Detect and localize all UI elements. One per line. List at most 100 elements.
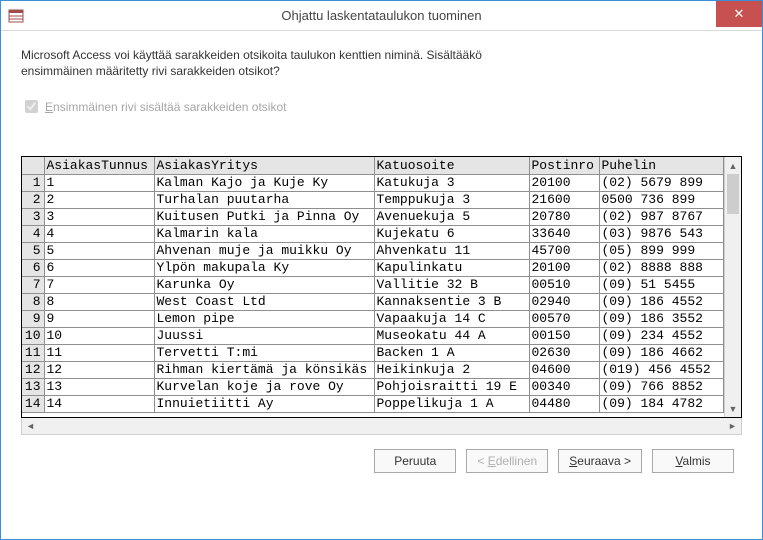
row-number: 14	[22, 395, 44, 412]
cell-id: 8	[44, 293, 154, 310]
table-row: 33Kuitusen Putki ja Pinna OyAvenuekuja 5…	[22, 208, 724, 225]
cell-address: Vapaakuja 14 C	[374, 310, 529, 327]
next-button[interactable]: Seuraava >	[558, 449, 642, 473]
previous-button: < Edellinen	[466, 449, 548, 473]
cell-company: Ylpön makupala Ky	[154, 259, 374, 276]
cell-id: 9	[44, 310, 154, 327]
row-number: 2	[22, 191, 44, 208]
cell-company: Karunka Oy	[154, 276, 374, 293]
cell-id: 5	[44, 242, 154, 259]
rownum-header	[22, 157, 44, 174]
cell-phone: 0500 736 899	[599, 191, 724, 208]
scroll-thumb[interactable]	[727, 174, 739, 214]
col-header[interactable]: Puhelin	[599, 157, 724, 174]
cell-zip: 20780	[529, 208, 599, 225]
table-row: 77Karunka OyVallitie 32 B00510(09) 51 54…	[22, 276, 724, 293]
table-row: 1111Tervetti T:miBacken 1 A02630(09) 186…	[22, 344, 724, 361]
cell-company: Kurvelan koje ja rove Oy	[154, 378, 374, 395]
cell-address: Kannaksentie 3 B	[374, 293, 529, 310]
row-number: 9	[22, 310, 44, 327]
cell-id: 12	[44, 361, 154, 378]
table-row: 1212Rihman kiertämä ja könsikäsHeikinkuj…	[22, 361, 724, 378]
cell-address: Backen 1 A	[374, 344, 529, 361]
cell-zip: 00510	[529, 276, 599, 293]
cell-address: Kujekatu 6	[374, 225, 529, 242]
col-header[interactable]: AsiakasYritys	[154, 157, 374, 174]
table-row: 11Kalman Kajo ja Kuje KyKatukuja 320100(…	[22, 174, 724, 191]
close-button[interactable]: ✕	[716, 1, 762, 27]
row-number: 3	[22, 208, 44, 225]
horizontal-scrollbar[interactable]: ◄ ►	[21, 418, 742, 435]
cell-phone: (02) 987 8767	[599, 208, 724, 225]
row-number: 12	[22, 361, 44, 378]
scroll-left-icon[interactable]: ◄	[22, 418, 39, 434]
row-number: 10	[22, 327, 44, 344]
cell-company: West Coast Ltd	[154, 293, 374, 310]
row-number: 7	[22, 276, 44, 293]
titlebar: Ohjattu laskentataulukon tuominen ✕	[1, 1, 762, 31]
cell-zip: 02630	[529, 344, 599, 361]
cell-phone: (02) 5679 899	[599, 174, 724, 191]
row-number: 6	[22, 259, 44, 276]
cell-phone: (09) 234 4552	[599, 327, 724, 344]
cell-id: 11	[44, 344, 154, 361]
col-header[interactable]: Postinro	[529, 157, 599, 174]
cell-phone: (09) 766 8852	[599, 378, 724, 395]
cell-address: Museokatu 44 A	[374, 327, 529, 344]
cell-id: 13	[44, 378, 154, 395]
cell-address: Heikinkuja 2	[374, 361, 529, 378]
cell-address: Avenuekuja 5	[374, 208, 529, 225]
finish-button[interactable]: Valmis	[652, 449, 734, 473]
first-row-headers-check[interactable]: Ensimmäinen rivi sisältää sarakkeiden ot…	[21, 97, 742, 116]
vertical-scrollbar[interactable]: ▲ ▼	[724, 157, 741, 417]
cell-phone: (019) 456 4552	[599, 361, 724, 378]
scroll-down-icon[interactable]: ▼	[725, 400, 741, 417]
row-number: 8	[22, 293, 44, 310]
cell-company: Kuitusen Putki ja Pinna Oy	[154, 208, 374, 225]
scroll-right-icon[interactable]: ►	[724, 418, 741, 434]
cell-phone: (03) 9876 543	[599, 225, 724, 242]
cell-address: Ahvenkatu 11	[374, 242, 529, 259]
cell-company: Turhalan puutarha	[154, 191, 374, 208]
cell-id: 14	[44, 395, 154, 412]
cell-id: 10	[44, 327, 154, 344]
cell-zip: 00150	[529, 327, 599, 344]
cell-company: Tervetti T:mi	[154, 344, 374, 361]
cell-phone: (05) 899 999	[599, 242, 724, 259]
cell-phone: (09) 186 4662	[599, 344, 724, 361]
cell-id: 1	[44, 174, 154, 191]
row-number: 11	[22, 344, 44, 361]
col-header[interactable]: Katuosoite	[374, 157, 529, 174]
first-row-headers-checkbox[interactable]	[25, 100, 38, 113]
cell-company: Lemon pipe	[154, 310, 374, 327]
wizard-buttons: Peruuta < Edellinen Seuraava > Valmis	[21, 435, 742, 473]
cell-phone: (09) 184 4782	[599, 395, 724, 412]
preview-grid: AsiakasTunnus AsiakasYritys Katuosoite P…	[21, 156, 742, 418]
cell-address: Temppukuja 3	[374, 191, 529, 208]
cell-zip: 45700	[529, 242, 599, 259]
table-row: 55Ahvenan muje ja muikku OyAhvenkatu 114…	[22, 242, 724, 259]
col-header[interactable]: AsiakasTunnus	[44, 157, 154, 174]
cell-company: Kalmarin kala	[154, 225, 374, 242]
cell-id: 3	[44, 208, 154, 225]
cell-id: 6	[44, 259, 154, 276]
cell-company: Kalman Kajo ja Kuje Ky	[154, 174, 374, 191]
cell-zip: 20100	[529, 174, 599, 191]
cell-company: Juussi	[154, 327, 374, 344]
cell-zip: 00340	[529, 378, 599, 395]
row-number: 13	[22, 378, 44, 395]
window-title: Ohjattu laskentataulukon tuominen	[1, 8, 762, 23]
table-row: 1414Innuietiitti AyPoppelikuja 1 A04480(…	[22, 395, 724, 412]
cell-company: Ahvenan muje ja muikku Oy	[154, 242, 374, 259]
cell-phone: (02) 8888 888	[599, 259, 724, 276]
scroll-up-icon[interactable]: ▲	[725, 157, 741, 174]
row-number: 1	[22, 174, 44, 191]
intro-text: Microsoft Access voi käyttää sarakkeiden…	[21, 47, 742, 79]
table-row: 22Turhalan puutarhaTemppukuja 3216000500…	[22, 191, 724, 208]
table-row: 44Kalmarin kalaKujekatu 633640(03) 9876 …	[22, 225, 724, 242]
cell-zip: 21600	[529, 191, 599, 208]
cell-zip: 00570	[529, 310, 599, 327]
cell-address: Pohjoisraitti 19 E	[374, 378, 529, 395]
preview-table: AsiakasTunnus AsiakasYritys Katuosoite P…	[22, 157, 724, 413]
cancel-button[interactable]: Peruuta	[374, 449, 456, 473]
